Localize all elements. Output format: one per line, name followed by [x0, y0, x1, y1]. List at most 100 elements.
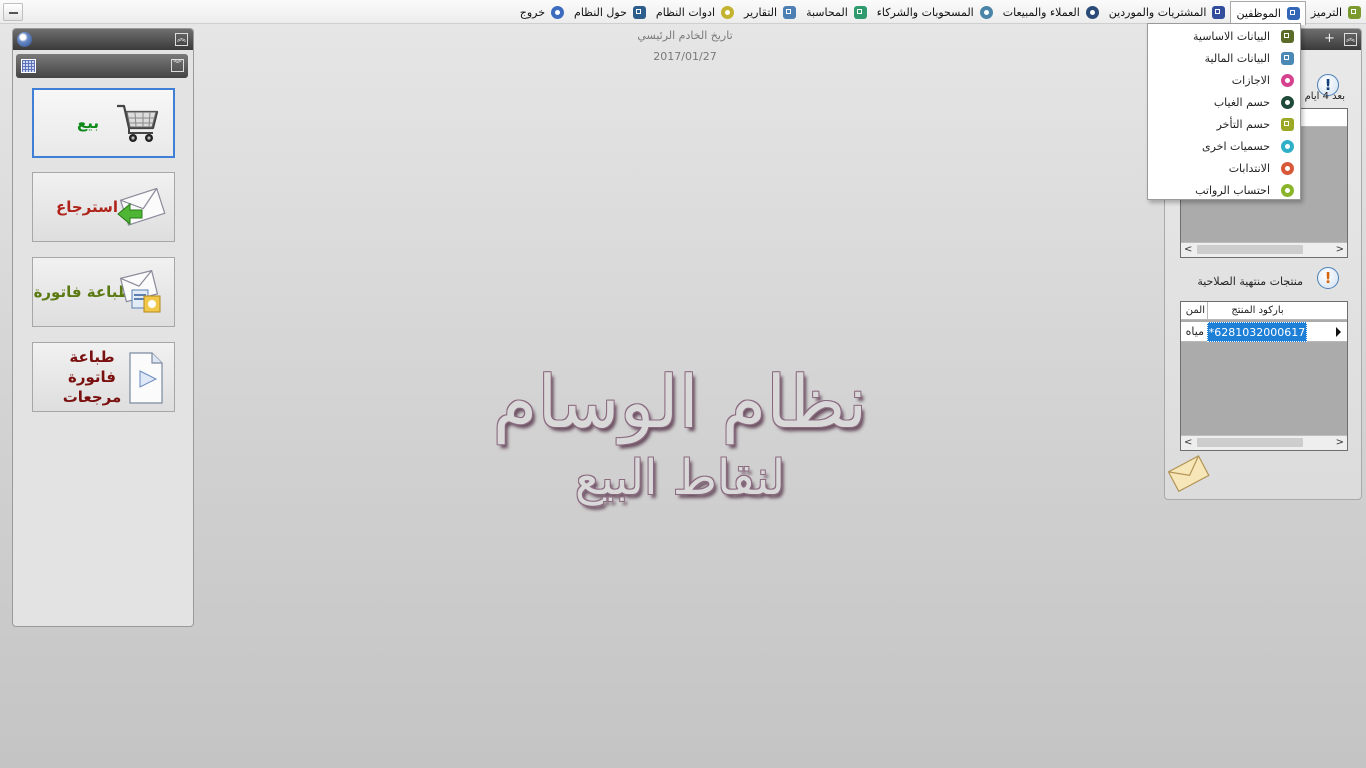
menu-item-label: البيانات المالية — [1204, 51, 1270, 65]
menu-item-label: الاجازات — [1231, 73, 1270, 87]
tools-icon — [721, 6, 734, 19]
menu-label: المحاسبة — [806, 6, 848, 19]
menu-item-absence-deduction[interactable]: حسم الغياب — [1148, 91, 1300, 113]
sell-button[interactable]: بيع — [32, 88, 175, 158]
delay-deduction-icon — [1281, 117, 1294, 131]
panel-header: ︽ — [13, 29, 193, 50]
horizontal-scrollbar[interactable]: < > — [1181, 242, 1347, 257]
menu-item-salaries[interactable]: احتساب الرواتب — [1148, 179, 1300, 201]
message-envelope-icon[interactable] — [1167, 453, 1213, 495]
scroll-left-icon[interactable]: < — [1184, 244, 1192, 255]
menu-item-vacations[interactable]: الاجازات — [1148, 69, 1300, 91]
menu-label: المسحوبات والشركاء — [876, 6, 974, 19]
vacations-icon — [1281, 73, 1294, 87]
customers-icon — [1085, 6, 1099, 19]
coding-icon — [1348, 6, 1361, 19]
menu-tools[interactable]: ادوات النظام — [651, 2, 739, 24]
menu-coding[interactable]: الترميز — [1306, 2, 1366, 24]
employees-dropdown-menu: البيانات الاساسية البيانات المالية الاجا… — [1147, 23, 1301, 200]
menu-withdrawals[interactable]: المسحوبات والشركاء — [872, 2, 998, 24]
expand-icon[interactable]: ︾ — [171, 59, 184, 72]
reports-icon — [783, 6, 797, 19]
scroll-thumb[interactable] — [1197, 245, 1303, 254]
menu-purchases[interactable]: المشتريات والموردين — [1104, 2, 1231, 24]
withdrawals-icon — [979, 6, 993, 19]
logo-subtitle: لنقاط البيع — [574, 450, 786, 506]
salaries-icon — [1281, 183, 1294, 197]
menu-item-delay-deduction[interactable]: حسم التأخر — [1148, 113, 1300, 135]
scroll-thumb[interactable] — [1197, 438, 1303, 447]
return-envelope-icon — [117, 187, 166, 226]
server-date-label: تاريخ الخادم الرئيسي — [637, 29, 733, 42]
main-menu-bar: الترميز الموظفين المشتريات والموردين الع… — [0, 0, 1366, 25]
menu-employees[interactable]: الموظفين — [1230, 0, 1306, 25]
menu-label: المشتريات والموردين — [1108, 6, 1207, 19]
menu-label: التقارير — [744, 6, 778, 19]
collapse-icon[interactable]: ︽ — [175, 33, 188, 46]
scroll-right-icon[interactable]: > — [1336, 437, 1344, 448]
menu-item-label: حسم التأخر — [1216, 117, 1270, 131]
collapse-icon[interactable]: ︽ — [1344, 33, 1357, 46]
menu-item-label: البيانات الاساسية — [1193, 29, 1270, 43]
product-name-cell[interactable]: مياه — [1181, 322, 1207, 342]
menu-label: ادوات النظام — [655, 6, 715, 19]
assignments-icon — [1281, 161, 1294, 175]
menu-item-label: حسميات اخرى — [1201, 139, 1270, 153]
print-returns-icon — [129, 352, 163, 404]
menu-label: الموظفين — [1236, 6, 1281, 20]
quick-actions-panel: ︽ ︾ بيع استرجاع طباعة فاتورة طباعة فاتور… — [12, 28, 194, 627]
app-logo: نظام الوسام لنقاط البيع — [440, 360, 920, 530]
menu-reports[interactable]: التقارير — [739, 2, 801, 24]
sell-label: بيع — [76, 114, 99, 132]
absence-deduction-icon — [1281, 95, 1294, 109]
menu-label: خروج — [519, 6, 546, 19]
menu-about[interactable]: حول النظام — [569, 2, 651, 24]
basic-data-icon — [1281, 29, 1294, 43]
menu-items: الترميز الموظفين المشتريات والموردين الع… — [515, 0, 1366, 25]
print-invoice-button[interactable]: طباعة فاتورة — [32, 257, 175, 327]
scroll-right-icon[interactable]: > — [1336, 244, 1344, 255]
grid-header-name: المن — [1181, 302, 1207, 320]
purchases-icon — [1212, 6, 1226, 19]
financial-data-icon — [1281, 51, 1294, 65]
accounting-icon — [853, 6, 867, 19]
menu-label: الترميز — [1310, 6, 1342, 19]
minimize-icon[interactable] — [3, 3, 23, 21]
barcode-cell[interactable]: *6281032000617 — [1207, 322, 1307, 342]
menu-accounting[interactable]: المحاسبة — [801, 2, 872, 24]
menu-item-basic-data[interactable]: البيانات الاساسية — [1148, 25, 1300, 47]
menu-item-other-deductions[interactable]: حسميات اخرى — [1148, 135, 1300, 157]
panel-subheader: ︾ — [16, 54, 188, 78]
return-button[interactable]: استرجاع — [32, 172, 175, 242]
menu-item-label: احتساب الرواتب — [1195, 183, 1270, 197]
row-indicator-icon[interactable] — [1307, 322, 1347, 342]
menu-item-financial-data[interactable]: البيانات المالية — [1148, 47, 1300, 69]
menu-label: العملاء والمبيعات — [1002, 6, 1080, 19]
scroll-left-icon[interactable]: < — [1184, 437, 1192, 448]
about-icon — [632, 6, 646, 19]
cart-icon — [117, 104, 159, 142]
print-invoice-icon — [119, 269, 161, 313]
server-date: 2017/01/27 — [653, 50, 717, 63]
horizontal-scrollbar[interactable]: < > — [1181, 435, 1347, 450]
print-returns-label: طباعة فاتورة مرجعات — [62, 348, 122, 406]
menu-exit[interactable]: خروج — [515, 2, 569, 24]
other-deductions-icon — [1281, 139, 1294, 153]
expired-products-title: منتجات منتهية الصلاحية — [1197, 275, 1303, 288]
add-icon[interactable]: + — [1323, 32, 1336, 46]
employees-icon — [1286, 6, 1300, 20]
menu-item-label: حسم الغياب — [1213, 95, 1270, 109]
app-round-icon — [17, 32, 32, 47]
menu-customers[interactable]: العملاء والمبيعات — [998, 2, 1104, 24]
calendar-grid-icon — [21, 59, 36, 73]
logo-title: نظام الوسام — [492, 360, 868, 444]
exit-icon — [551, 6, 565, 19]
expired-products-grid[interactable]: باركود المنتج المن *6281032000617 مياه <… — [1180, 301, 1348, 451]
grid-header-barcode: باركود المنتج — [1207, 302, 1307, 320]
menu-item-assignments[interactable]: الانتدابات — [1148, 157, 1300, 179]
warning-alert-icon: ! — [1317, 267, 1339, 289]
grid-header-indicator — [1307, 302, 1347, 320]
print-returns-button[interactable]: طباعة فاتورة مرجعات — [32, 342, 175, 412]
return-label: استرجاع — [55, 198, 118, 216]
menu-label: حول النظام — [574, 6, 627, 19]
